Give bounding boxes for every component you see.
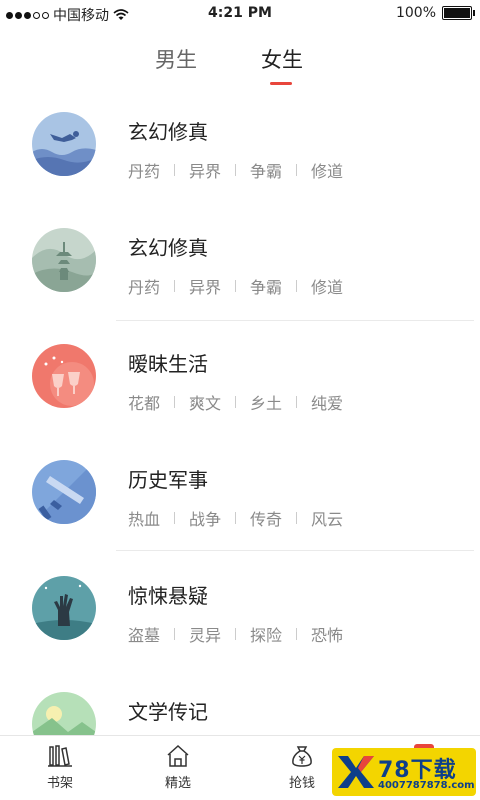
status-bar: 中国移动 4:21 PM 100% [0,0,480,28]
tag[interactable]: 丹药 [128,158,160,182]
battery-percent: 100% [395,5,436,21]
wine-glasses-icon [32,344,96,408]
category-title: 玄幻修真 [128,236,208,260]
x-logo-icon [338,756,374,788]
category-tags: 热血 战争 传奇 风云 [128,506,343,530]
gender-tabs: 男生 女生 [0,44,480,88]
tab-label: 精选 [164,776,191,791]
tab-featured[interactable]: 精选 [148,744,208,791]
tab-bookshelf[interactable]: 书架 [30,744,90,791]
tag[interactable]: 风云 [311,506,343,530]
category-tags: 丹药 异界 争霸 修道 [128,158,343,182]
tag[interactable]: 争霸 [250,158,282,182]
home-icon [167,744,189,767]
tab-male[interactable]: 男生 [155,44,197,74]
tab-female[interactable]: 女生 [261,44,303,74]
divider [116,320,474,321]
tab-label: 书架 [46,776,73,791]
tab-rewards[interactable]: 抢钱 [272,744,332,791]
tag[interactable]: 传奇 [250,506,282,530]
category-item[interactable]: 玄幻修真 丹药 异界 争霸 修道 [0,216,480,332]
category-list: 玄幻修真 丹药 异界 争霸 修道 玄幻修真 丹药 异界 争霸 修道 暧昧生活 花… [0,100,480,796]
tag[interactable]: 灵异 [189,622,221,646]
tag[interactable]: 盗墓 [128,622,160,646]
bottom-tab-bar: 书架 精选 抢钱 78下载 4007787878.com [0,735,480,800]
tag[interactable]: 修道 [311,274,343,298]
watermark-sub: 4007787878.com [378,780,475,791]
category-title: 文学传记 [128,700,208,724]
tag[interactable]: 丹药 [128,274,160,298]
tag[interactable]: 乡土 [250,390,282,414]
category-item[interactable]: 历史军事 热血 战争 传奇 风云 [0,448,480,564]
active-tab-indicator [270,82,292,85]
diver-icon [32,112,96,176]
sword-icon [32,460,96,524]
tag[interactable]: 探险 [250,622,282,646]
category-title: 惊悚悬疑 [128,584,208,608]
tab-label: 抢钱 [288,776,315,791]
tag[interactable]: 纯爱 [311,390,343,414]
money-bag-icon [292,746,312,767]
battery-icon [442,6,475,20]
divider [116,550,474,551]
category-title: 历史军事 [128,468,208,492]
category-title: 玄幻修真 [128,120,208,144]
category-tags: 花都 爽文 乡土 纯爱 [128,390,343,414]
category-item[interactable]: 玄幻修真 丹药 异界 争霸 修道 [0,100,480,216]
category-title: 暧昧生活 [128,352,208,376]
category-item[interactable]: 暧昧生活 花都 爽文 乡土 纯爱 [0,332,480,448]
tag[interactable]: 战争 [189,506,221,530]
tag[interactable]: 异界 [189,274,221,298]
watermark-logo: 78下载 4007787878.com [332,748,476,796]
tag[interactable]: 花都 [128,390,160,414]
zombie-hand-icon [32,576,96,640]
category-tags: 盗墓 灵异 探险 恐怖 [128,622,343,646]
category-item[interactable]: 惊悚悬疑 盗墓 灵异 探险 恐怖 [0,564,480,680]
tag[interactable]: 修道 [311,158,343,182]
pagoda-icon [32,228,96,292]
bookshelf-icon [48,745,72,767]
category-tags: 丹药 异界 争霸 修道 [128,274,343,298]
tag[interactable]: 争霸 [250,274,282,298]
tag[interactable]: 恐怖 [311,622,343,646]
tag[interactable]: 爽文 [189,390,221,414]
tag[interactable]: 热血 [128,506,160,530]
tag[interactable]: 异界 [189,158,221,182]
